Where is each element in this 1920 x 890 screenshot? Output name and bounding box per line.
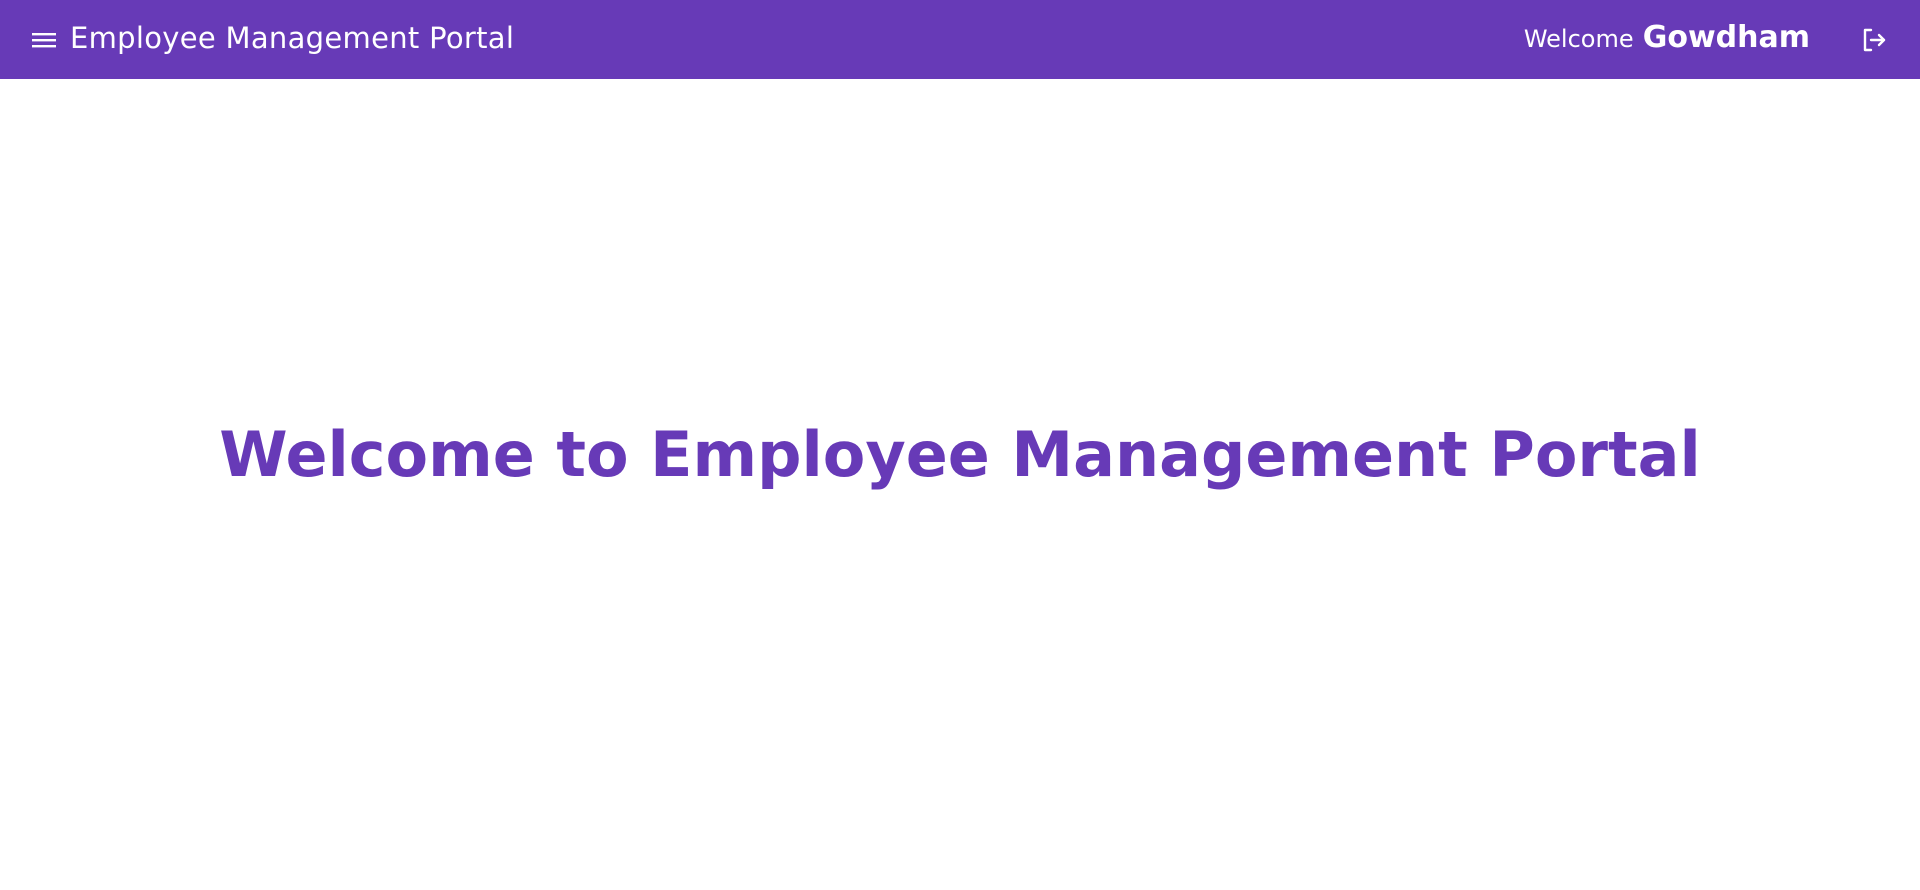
welcome-label: Welcome: [1523, 25, 1634, 53]
logout-button[interactable]: [1860, 26, 1888, 54]
page-heading: Welcome to Employee Management Portal: [219, 418, 1701, 491]
top-app-bar: Employee Management Portal Welcome Gowdh…: [0, 0, 1920, 79]
welcome-message: Welcome Gowdham: [1524, 18, 1810, 62]
logout-icon: [1860, 26, 1888, 54]
app-title: Employee Management Portal: [70, 21, 515, 55]
menu-button[interactable]: [30, 28, 58, 52]
username: Gowdham: [1642, 20, 1810, 55]
menu-icon: [31, 29, 57, 51]
